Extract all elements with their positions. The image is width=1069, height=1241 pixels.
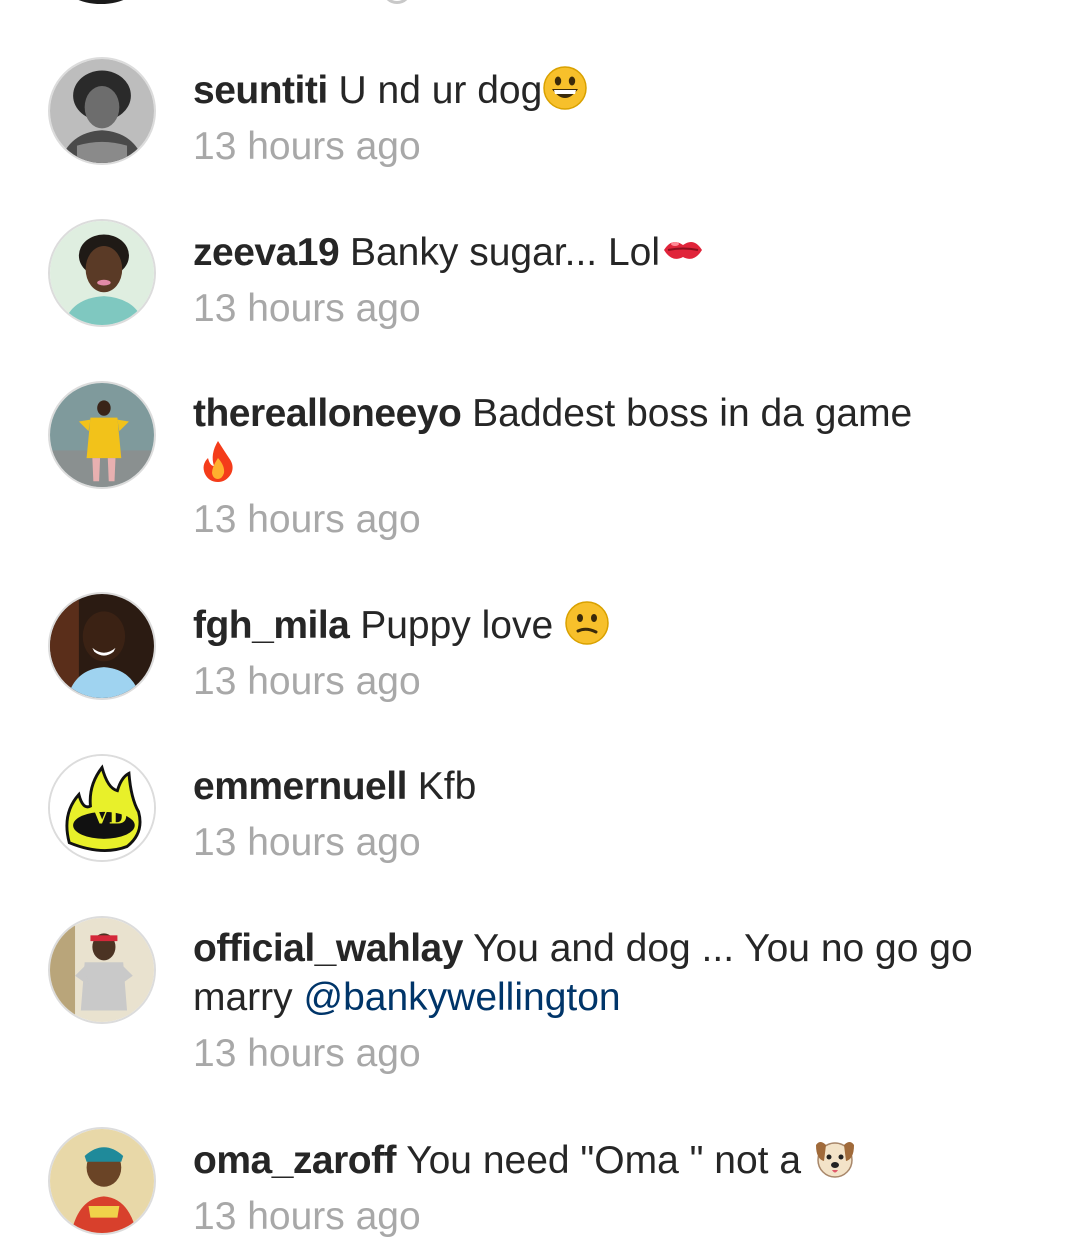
previous-avatar-fragment bbox=[62, 0, 140, 4]
avatar-photo-icon bbox=[50, 1129, 154, 1233]
user-avatar-oma_zaroff[interactable] bbox=[48, 1127, 156, 1235]
user-avatar-emmernuell[interactable]: VD bbox=[48, 754, 156, 862]
svg-text:VD: VD bbox=[91, 803, 127, 828]
comment-username[interactable]: therealloneeyo bbox=[193, 392, 462, 435]
grinning-face-emoji-icon bbox=[542, 65, 588, 111]
dog-face-emoji-icon bbox=[812, 1135, 858, 1181]
avatar-photo-icon: VD bbox=[50, 756, 154, 860]
avatar-photo-icon bbox=[50, 594, 154, 698]
user-avatar-therealloneeyo[interactable] bbox=[48, 381, 156, 489]
comment-username[interactable]: emmernuell bbox=[193, 765, 407, 808]
comment-username[interactable]: fgh_mila bbox=[193, 604, 350, 647]
comment-username[interactable]: seuntiti bbox=[193, 69, 328, 112]
comment-timestamp: 13 hours ago bbox=[193, 1195, 421, 1238]
avatar-photo-icon bbox=[50, 383, 154, 487]
avatar-photo-icon bbox=[50, 221, 154, 325]
previous-text-fragment bbox=[382, 0, 412, 4]
comment-text: Kfb bbox=[417, 765, 477, 808]
comment-username[interactable]: zeeva19 bbox=[193, 231, 340, 274]
comment-username[interactable]: oma_zaroff bbox=[193, 1139, 397, 1182]
comment-timestamp: 13 hours ago bbox=[193, 821, 421, 864]
comment-timestamp: 13 hours ago bbox=[193, 287, 421, 330]
mention-link[interactable]: @bankywellington bbox=[304, 976, 621, 1019]
comment-text: U nd ur dog bbox=[338, 69, 543, 112]
avatar-photo-icon bbox=[50, 59, 154, 163]
comment-timestamp: 13 hours ago bbox=[193, 660, 421, 703]
kiss-lips-emoji-icon bbox=[660, 227, 706, 273]
comment-text: Puppy love bbox=[360, 604, 565, 647]
comment-username[interactable]: official_wahlay bbox=[193, 927, 463, 970]
comment-timestamp: 13 hours ago bbox=[193, 1032, 421, 1075]
comment-timestamp: 13 hours ago bbox=[193, 125, 421, 168]
confused-face-emoji-icon bbox=[564, 600, 610, 646]
user-avatar-official_wahlay[interactable] bbox=[48, 916, 156, 1024]
comment-text: You need "Oma " not a bbox=[406, 1139, 812, 1182]
avatar-photo-icon bbox=[50, 918, 154, 1022]
comment-text: Baddest boss in da game bbox=[472, 392, 913, 435]
user-avatar-zeeva19[interactable] bbox=[48, 219, 156, 327]
previous-comment-fragment bbox=[0, 0, 1069, 10]
comment-text: Banky sugar... Lol bbox=[349, 231, 661, 274]
user-avatar-seuntiti[interactable] bbox=[48, 57, 156, 165]
comment-timestamp: 13 hours ago bbox=[193, 498, 421, 541]
fire-emoji-icon bbox=[195, 438, 241, 484]
user-avatar-fgh_mila[interactable] bbox=[48, 592, 156, 700]
